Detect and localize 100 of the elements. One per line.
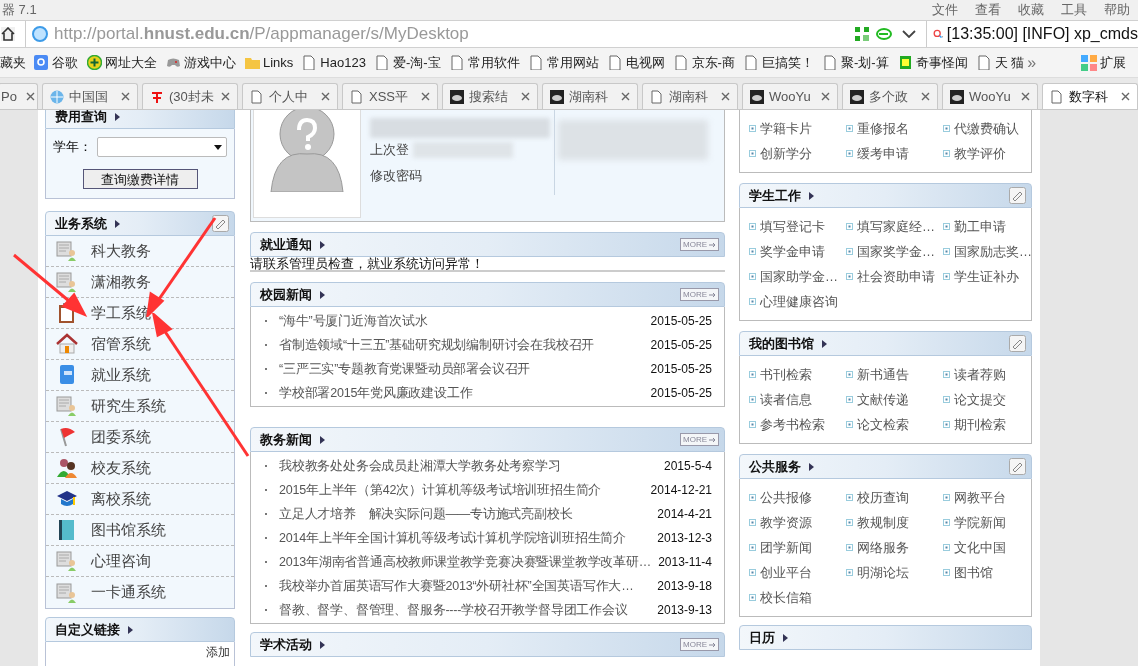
- bookmark-link[interactable]: 奇事怪闻: [915, 52, 968, 73]
- pencil-icon[interactable]: [1009, 335, 1026, 352]
- service-link[interactable]: 读者荐购: [954, 364, 1006, 385]
- news-link[interactable]: 省制造领域“十三五”基础研究规划编制研讨会在我校召开: [279, 335, 647, 355]
- bookmark-link[interactable]: Links: [263, 52, 294, 73]
- browser-tab[interactable]: 数字科: [1042, 83, 1138, 109]
- close-icon[interactable]: [1121, 92, 1130, 101]
- close-icon[interactable]: [1021, 92, 1030, 101]
- bookmark-link[interactable]: 天 猫: [994, 52, 1025, 73]
- triangle-right-icon[interactable]: [320, 640, 325, 649]
- close-icon[interactable]: [121, 92, 130, 101]
- browser-tab[interactable]: 中国国: [42, 83, 138, 109]
- close-icon[interactable]: [421, 92, 430, 101]
- system-link[interactable]: 宿管系统: [91, 332, 151, 356]
- service-link[interactable]: 教学评价: [954, 143, 1006, 164]
- close-icon[interactable]: [721, 92, 730, 101]
- triangle-right-icon[interactable]: [115, 219, 120, 228]
- service-link[interactable]: 新书通告: [857, 364, 909, 385]
- close-icon[interactable]: [821, 92, 830, 101]
- bookmark-link[interactable]: 巨搞笑！: [761, 52, 814, 73]
- service-link[interactable]: 国家助学金…: [760, 266, 838, 287]
- service-link[interactable]: 学生证补办: [954, 266, 1019, 287]
- news-link[interactable]: 学校部署2015年党风廉政建设工作: [279, 383, 647, 403]
- browser-tab[interactable]: WooYu: [742, 83, 838, 109]
- browser-tab[interactable]: XSS平: [342, 83, 438, 109]
- service-link[interactable]: 图书馆: [954, 562, 993, 583]
- triangle-right-icon[interactable]: [320, 240, 325, 249]
- service-link[interactable]: 勤工申请: [954, 216, 1006, 237]
- system-link[interactable]: 图书馆系统: [91, 518, 166, 542]
- bookmark-link[interactable]: 谷歌: [52, 52, 78, 73]
- browser-tab[interactable]: Po: [0, 83, 38, 109]
- ie-icon[interactable]: [876, 27, 892, 41]
- browser-tab[interactable]: (30封未: [142, 83, 238, 109]
- query-button[interactable]: 查询缴费详情: [82, 169, 198, 189]
- news-link[interactable]: 我校举办首届英语写作大赛暨2013“外研社杯”全国英语写作大…: [279, 576, 654, 596]
- service-link[interactable]: 期刊检索: [954, 414, 1006, 435]
- bookmark-link[interactable]: 爱-淘-宝: [392, 52, 441, 73]
- bookmark-link[interactable]: 电视网: [625, 52, 665, 73]
- news-link[interactable]: 2015年上半年（第42次）计算机等级考试培训班招生简介: [279, 480, 647, 500]
- service-link[interactable]: 校长信箱: [760, 587, 812, 608]
- menu-item[interactable]: 帮助: [1104, 3, 1130, 16]
- bookmark-link[interactable]: 常用网站: [546, 52, 599, 73]
- service-link[interactable]: 公共报修: [760, 487, 812, 508]
- browser-tab[interactable]: 搜索结: [442, 83, 538, 109]
- triangle-right-icon[interactable]: [115, 112, 120, 121]
- system-link[interactable]: 研究生系统: [91, 394, 166, 418]
- service-link[interactable]: 代缴费确认: [954, 118, 1019, 139]
- bookmark-link[interactable]: 京东-商: [691, 52, 735, 73]
- browser-tab[interactable]: 湖南科: [642, 83, 738, 109]
- menu-item[interactable]: 查看: [975, 3, 1001, 16]
- bookmark-link[interactable]: 网址大全: [105, 52, 157, 73]
- pencil-icon[interactable]: [1009, 458, 1026, 475]
- bookmark-link[interactable]: Hao123: [320, 52, 366, 73]
- browser-tab[interactable]: 湖南科: [542, 83, 638, 109]
- extensions-button[interactable]: 扩展: [1100, 52, 1126, 73]
- browser-tab[interactable]: 多个政: [842, 83, 938, 109]
- service-link[interactable]: 团学新闻: [760, 537, 812, 558]
- service-link[interactable]: 缓考申请: [857, 143, 909, 164]
- system-link[interactable]: 一卡通系统: [91, 581, 166, 604]
- browser-tab[interactable]: WooYu: [942, 83, 1038, 109]
- pencil-icon[interactable]: [1009, 187, 1026, 204]
- bookmark-link[interactable]: 藏夹: [0, 52, 26, 73]
- bookmark-link[interactable]: 常用软件: [467, 52, 520, 73]
- qr-code-icon[interactable]: [855, 27, 869, 41]
- news-link[interactable]: “海牛”号厦门近海首次试水: [279, 311, 647, 331]
- menu-item[interactable]: 工具: [1061, 3, 1087, 16]
- service-link[interactable]: 社会资助申请: [857, 266, 935, 287]
- service-link[interactable]: 学籍卡片: [760, 118, 812, 139]
- service-link[interactable]: 填写登记卡: [760, 216, 825, 237]
- close-icon[interactable]: [621, 92, 630, 101]
- service-link[interactable]: 创新学分: [760, 143, 812, 164]
- service-link[interactable]: 国家奖学金…: [857, 241, 935, 262]
- service-link[interactable]: 填写家庭经…: [857, 216, 935, 237]
- triangle-right-icon[interactable]: [320, 435, 325, 444]
- menu-item[interactable]: 收藏: [1018, 3, 1044, 16]
- triangle-right-icon[interactable]: [128, 625, 133, 634]
- chevron-down-icon[interactable]: [902, 30, 916, 38]
- service-link[interactable]: 教规制度: [857, 512, 909, 533]
- search-field[interactable]: [13:35:00] [INFO] xp_cmds: [926, 21, 1138, 47]
- close-icon[interactable]: [26, 92, 35, 101]
- close-icon[interactable]: [921, 92, 930, 101]
- service-link[interactable]: 校历查询: [857, 487, 909, 508]
- service-link[interactable]: 奖学金申请: [760, 241, 825, 262]
- home-icon[interactable]: [1, 27, 15, 41]
- triangle-right-icon[interactable]: [320, 290, 325, 299]
- service-link[interactable]: 论文检索: [857, 414, 909, 435]
- service-link[interactable]: 明湖论坛: [857, 562, 909, 583]
- more-bookmarks-button[interactable]: »: [1027, 50, 1037, 75]
- service-link[interactable]: 文献传递: [857, 389, 909, 410]
- bookmark-link[interactable]: 游戏中心: [184, 52, 236, 73]
- menu-item[interactable]: 文件: [932, 3, 958, 16]
- system-link[interactable]: 科大教务: [91, 239, 151, 263]
- service-link[interactable]: 心理健康咨询: [760, 291, 838, 312]
- service-link[interactable]: 重修报名: [857, 118, 909, 139]
- news-link[interactable]: 立足人才培养 解决实际问题——专访施式亮副校长: [279, 504, 654, 524]
- news-link[interactable]: 我校教务处处务会成员赴湘潭大学教务处考察学习: [279, 456, 660, 476]
- service-link[interactable]: 网络服务: [857, 537, 909, 558]
- triangle-right-icon[interactable]: [809, 191, 814, 200]
- bookmark-link[interactable]: 聚-划-算: [840, 52, 889, 73]
- news-link[interactable]: 2014年上半年全国计算机等级考试计算机学院培训班招生简介: [279, 528, 654, 548]
